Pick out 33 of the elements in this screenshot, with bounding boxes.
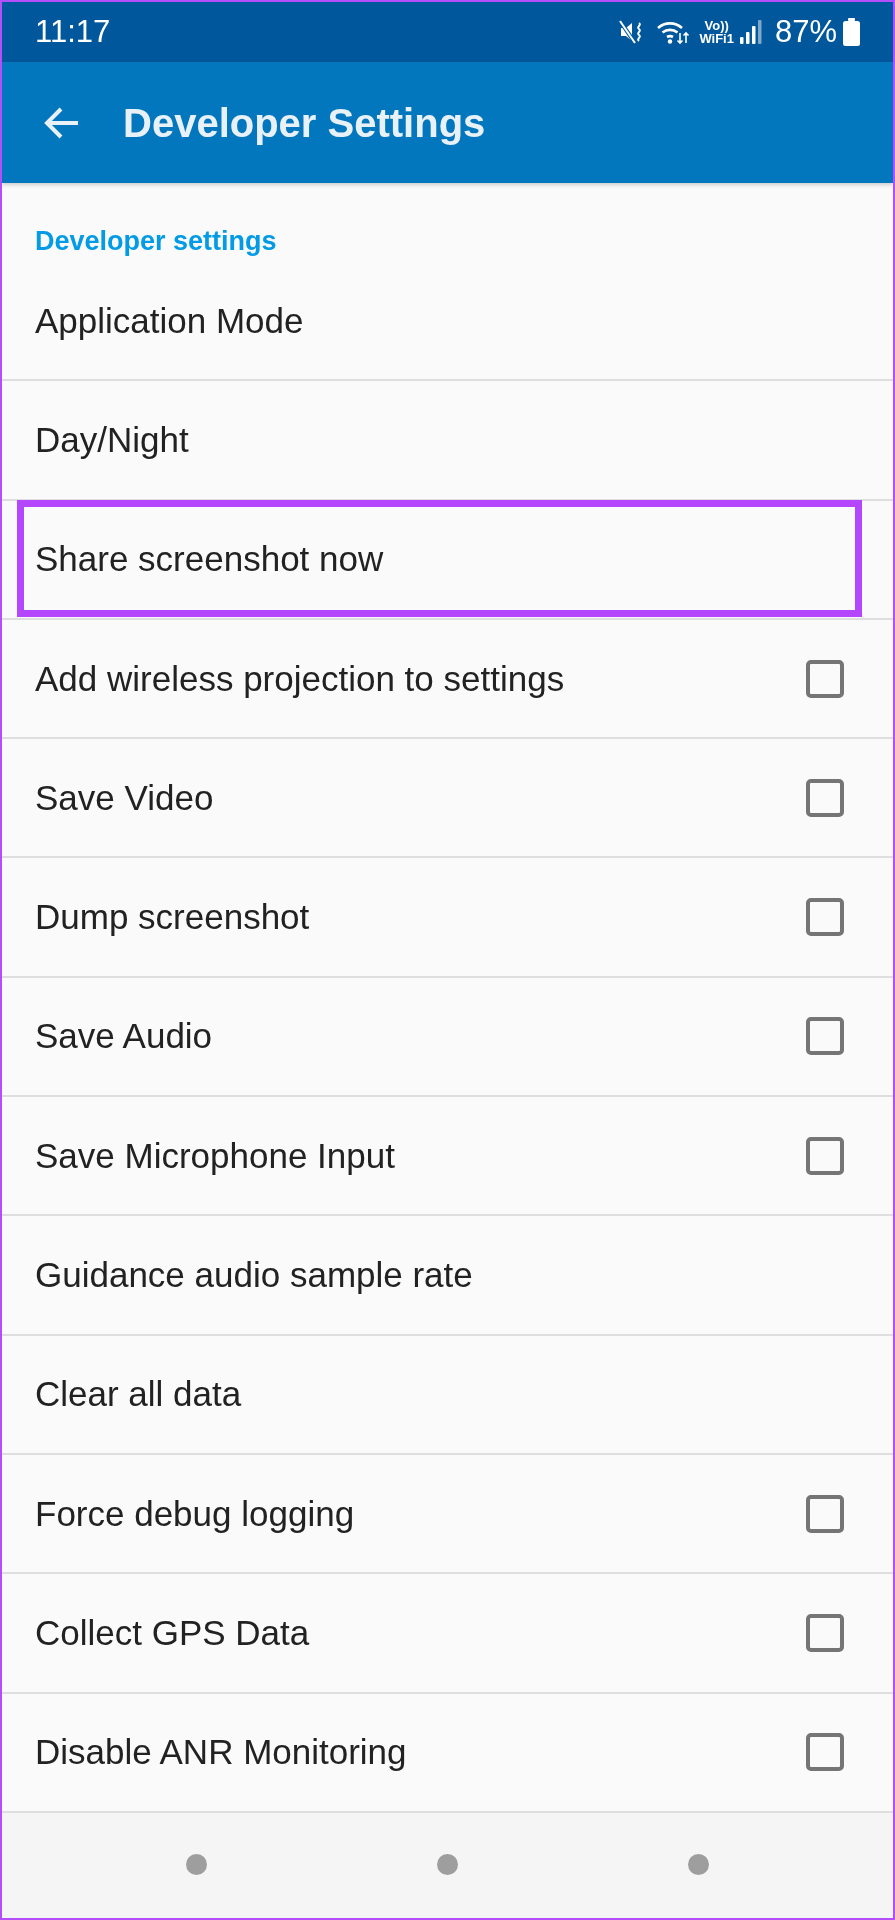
vowifi-label: Vo)) WiFi1 <box>699 19 734 45</box>
section-header: Developer settings <box>34 225 278 258</box>
settings-item[interactable]: Force debug logging <box>2 1454 893 1575</box>
settings-item[interactable]: Day/Night <box>2 381 893 501</box>
wifi-icon <box>656 19 691 45</box>
status-time: 11:17 <box>35 15 111 49</box>
checkbox[interactable] <box>806 1494 844 1533</box>
settings-item[interactable]: Dump screenshot <box>2 858 893 978</box>
settings-item[interactable]: Save Audio <box>2 977 893 1098</box>
settings-item[interactable]: Add wireless projection to settings <box>2 619 893 740</box>
nav-dot-icon[interactable] <box>688 1853 709 1875</box>
battery-percent: 87% <box>774 15 837 49</box>
checkbox[interactable] <box>806 1613 844 1652</box>
settings-item[interactable]: Guidance audio sample rate <box>2 1216 893 1336</box>
nav-dot-icon[interactable] <box>186 1853 207 1875</box>
settings-item[interactable]: Application Mode <box>2 262 893 382</box>
settings-item[interactable]: Clear all data <box>2 1335 893 1455</box>
settings-item[interactable]: Save Microphone Input <box>2 1097 893 1217</box>
settings-item[interactable]: Collect GPS Data <box>2 1574 893 1694</box>
back-arrow-icon <box>43 106 80 139</box>
checkbox[interactable] <box>806 659 844 698</box>
checkbox[interactable] <box>806 1136 844 1175</box>
checkbox[interactable] <box>806 1733 844 1772</box>
back-button[interactable] <box>43 106 80 139</box>
signal-icon <box>739 20 763 44</box>
checkbox[interactable] <box>806 898 844 937</box>
screen-title: Developer Settings <box>123 99 486 147</box>
settings-item[interactable]: Share screenshot now <box>2 500 893 620</box>
checkbox[interactable] <box>806 778 844 817</box>
battery-icon <box>842 18 861 46</box>
nav-dot-icon[interactable] <box>437 1853 458 1875</box>
settings-item[interactable]: Save Video <box>2 739 893 859</box>
checkbox[interactable] <box>806 1017 844 1056</box>
